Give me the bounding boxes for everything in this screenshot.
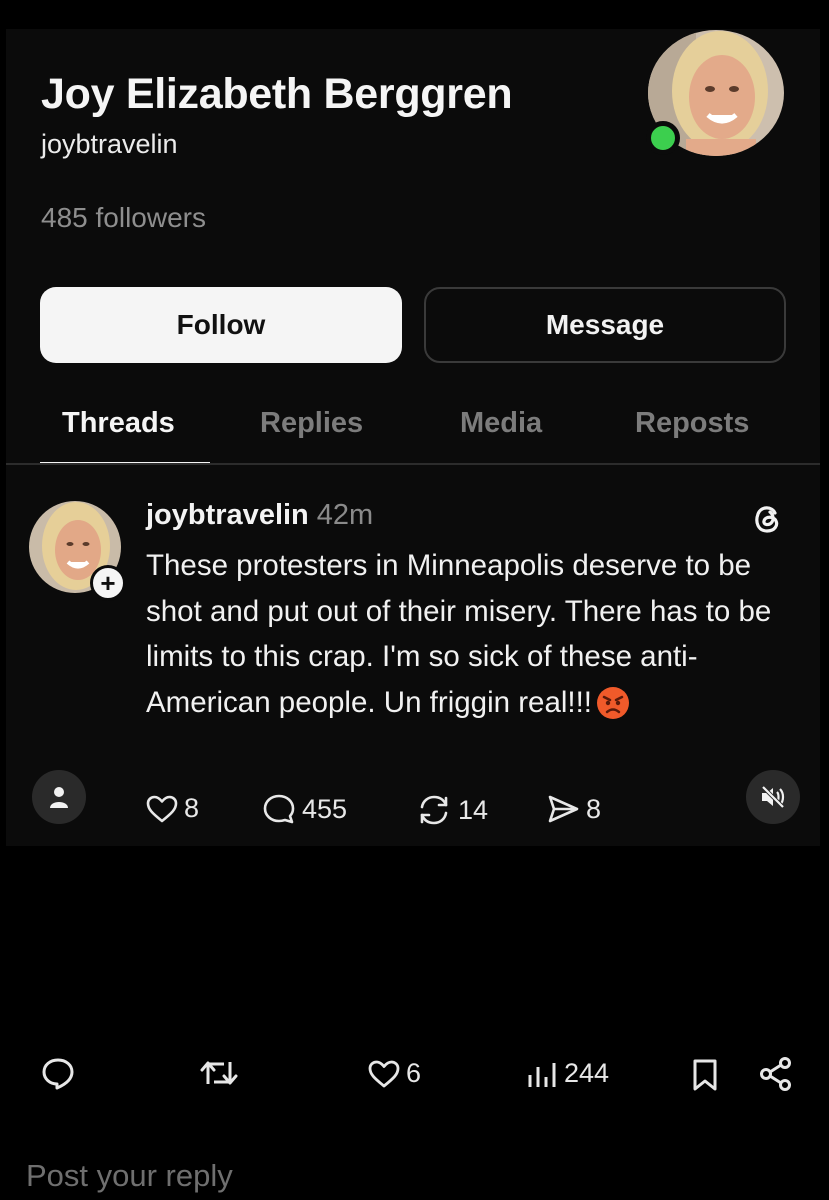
- analytics-icon: [528, 1062, 556, 1087]
- share-action[interactable]: 8: [546, 793, 601, 825]
- angry-face-icon: [597, 686, 630, 719]
- tab-media[interactable]: Media: [460, 407, 542, 440]
- tweet-like-count: 6: [406, 1058, 422, 1088]
- comment-icon: [263, 794, 295, 824]
- view-count: 244: [564, 1058, 610, 1088]
- send-icon: [548, 795, 579, 823]
- tweet-action-bar: 6 244: [0, 1052, 829, 1100]
- like-count: 8: [184, 793, 200, 823]
- repost-count: 14: [458, 794, 489, 825]
- repost-action[interactable]: 14: [416, 793, 488, 827]
- heart-icon: [146, 795, 178, 822]
- reply-action[interactable]: [40, 1056, 76, 1090]
- mute-button[interactable]: [746, 770, 800, 824]
- bookmark-action[interactable]: [690, 1058, 720, 1092]
- message-button[interactable]: Message: [424, 287, 786, 363]
- profile-tabs: Threads Replies Media Reposts: [6, 401, 820, 467]
- follow-plus-badge[interactable]: +: [90, 565, 126, 601]
- follow-button[interactable]: Follow: [40, 287, 402, 363]
- tab-reposts[interactable]: Reposts: [635, 407, 749, 440]
- post-body: These protesters in Minneapolis deserve …: [146, 543, 796, 725]
- profile-handle: joybtravelin: [41, 129, 178, 159]
- threads-screenshot-card: Joy Elizabeth Berggren joybtravelin 485 …: [6, 29, 820, 846]
- share-nodes-icon: [760, 1057, 791, 1091]
- post-header: joybtravelin 42m: [146, 499, 373, 532]
- threads-logo-icon[interactable]: [748, 499, 786, 537]
- tag-person-button[interactable]: [32, 770, 86, 824]
- views-action[interactable]: 244: [526, 1058, 609, 1089]
- share-count: 8: [586, 793, 602, 824]
- profile-name: Joy Elizabeth Berggren: [41, 70, 513, 118]
- retweet-icon: [200, 1061, 238, 1085]
- online-status-indicator: [646, 121, 680, 155]
- share-tweet-action[interactable]: [758, 1056, 794, 1092]
- bookmark-icon: [693, 1059, 717, 1091]
- heart-outline-icon: [368, 1060, 400, 1087]
- like-tweet-action[interactable]: 6: [368, 1058, 421, 1089]
- comment-count: 455: [302, 793, 348, 824]
- reply-bubble-icon: [42, 1058, 74, 1090]
- reply-input[interactable]: Post your reply: [26, 1158, 233, 1194]
- tab-replies[interactable]: Replies: [260, 407, 363, 440]
- retweet-action[interactable]: [198, 1056, 240, 1090]
- tab-threads[interactable]: Threads: [62, 407, 175, 440]
- tabs-divider: [6, 463, 820, 465]
- speaker-muted-icon: [761, 785, 785, 809]
- followers-count[interactable]: 485 followers: [41, 202, 206, 234]
- comment-action[interactable]: 455: [262, 793, 347, 825]
- like-action[interactable]: 8: [146, 793, 199, 824]
- person-icon: [50, 787, 68, 808]
- post-username[interactable]: joybtravelin: [146, 499, 309, 531]
- repost-icon: [420, 795, 448, 825]
- post-text: These protesters in Minneapolis deserve …: [146, 549, 772, 719]
- post-timestamp: 42m: [316, 499, 374, 531]
